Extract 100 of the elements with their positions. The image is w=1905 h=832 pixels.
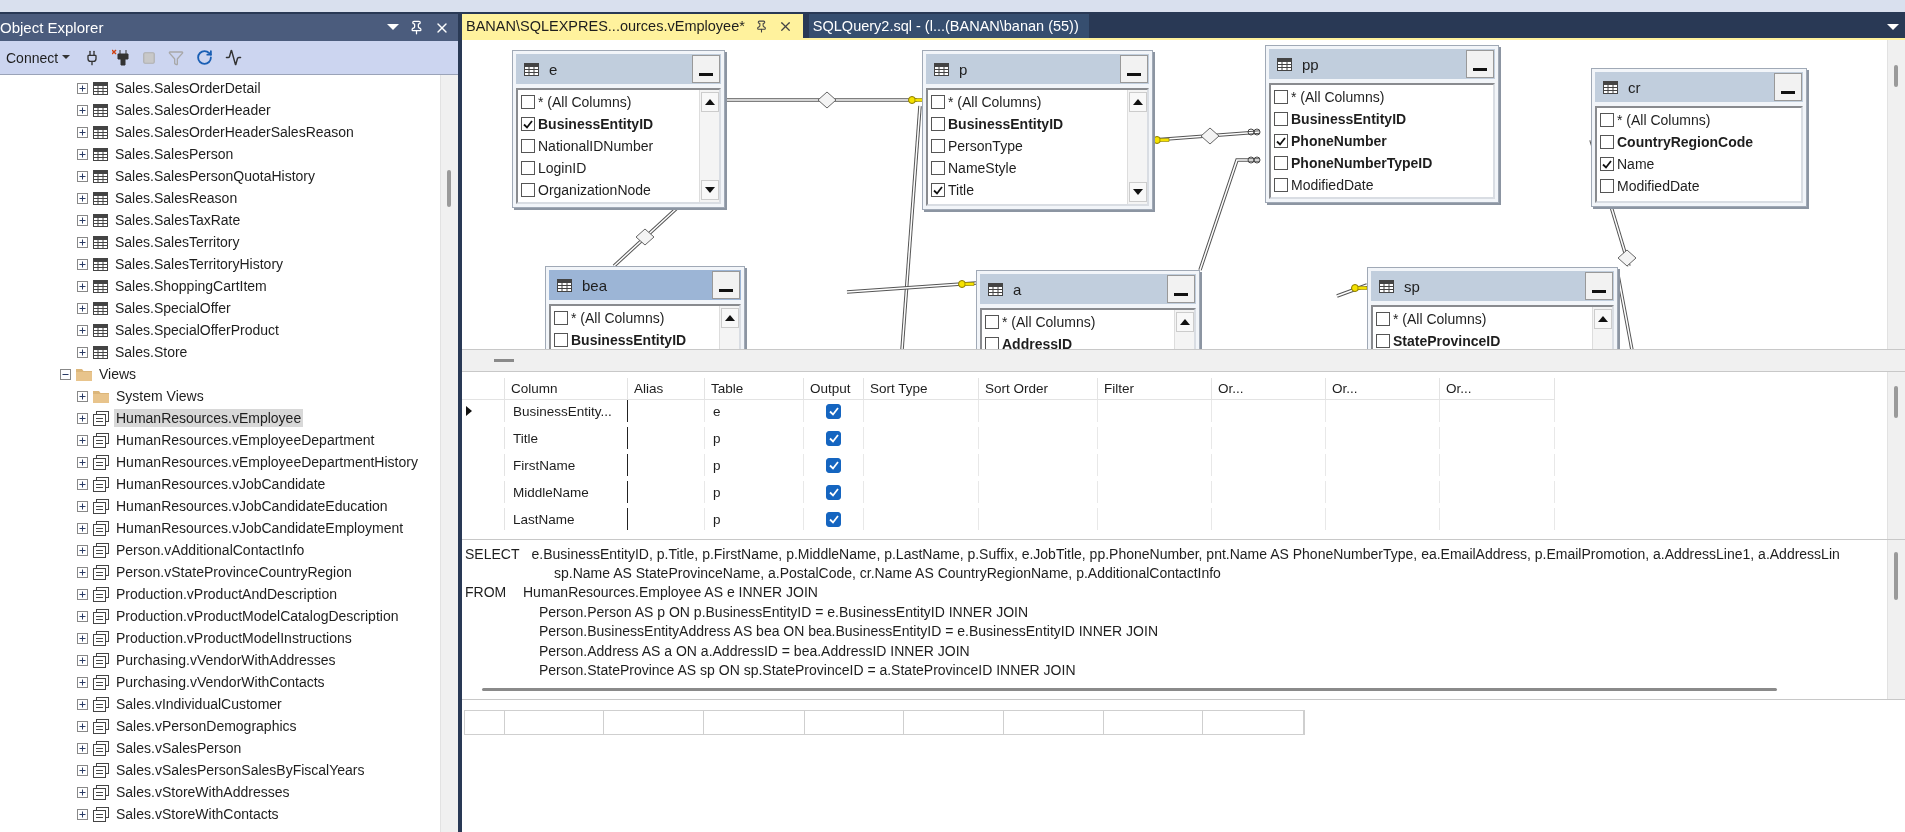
tree-item[interactable]: Sales.SalesTerritoryHistory [113,255,286,273]
table-title-bar[interactable]: bea [549,270,741,300]
dropdown-icon[interactable] [387,24,399,31]
expand-icon[interactable] [77,654,88,666]
scrollbar[interactable] [1887,540,1905,699]
expand-icon[interactable] [77,214,88,226]
minimize-button[interactable] [1167,275,1195,303]
output-checkbox[interactable] [826,430,841,446]
table-cell[interactable]: FirstName [505,454,628,476]
checkbox[interactable] [931,117,945,131]
checkbox[interactable] [1600,157,1614,171]
expand-icon[interactable] [77,412,88,424]
dropdown-icon[interactable] [1887,24,1899,31]
table-card[interactable]: pp * (All Columns) BusinessEntityID PhoneNumber PhoneNumberTypeID ModifiedDate [1265,45,1499,203]
checkbox[interactable] [931,183,945,197]
tree-item[interactable]: System Views [114,387,206,405]
relationship-line[interactable] [900,105,922,349]
expand-icon[interactable] [77,544,88,556]
expand-icon[interactable] [77,676,88,688]
relationship-line[interactable] [724,91,925,109]
expand-icon[interactable] [77,632,88,644]
checkbox[interactable] [1600,135,1614,149]
tree-item[interactable]: Purchasing.vVendorWithContacts [114,673,327,691]
table-title-bar[interactable]: e [516,54,721,84]
tree-item[interactable]: Sales.vPersonDemographics [114,717,299,735]
scrollbar[interactable] [440,75,458,832]
checkbox[interactable] [521,95,535,109]
collapse-icon[interactable] [60,368,71,380]
expand-icon[interactable] [77,478,88,490]
checkbox[interactable] [985,315,999,329]
column-header[interactable]: Output [804,378,864,400]
checkbox[interactable] [1274,178,1288,192]
checkbox[interactable] [1376,334,1390,348]
expand-icon[interactable] [77,610,88,622]
tree-item[interactable]: Person.vStateProvinceCountryRegion [114,563,354,581]
table-card[interactable]: a * (All Columns) AddressID [976,270,1200,349]
relationship-line[interactable] [1152,127,1261,145]
checkbox[interactable] [985,337,999,349]
tree-item[interactable]: Sales.SpecialOfferProduct [113,321,281,339]
checkbox[interactable] [521,161,535,175]
expand-icon[interactable] [77,786,88,798]
checkbox[interactable] [1274,134,1288,148]
minimize-button[interactable] [1466,50,1494,78]
arrow-up-icon[interactable] [724,315,735,321]
editor-tab[interactable]: BANAN\SQLEXPRES...ources.vEmployee* [462,14,803,38]
column-header[interactable]: Sort Order [979,378,1098,400]
expand-icon[interactable] [77,236,88,248]
output-checkbox[interactable] [826,511,841,527]
expand-icon[interactable] [77,302,88,314]
checkbox[interactable] [931,95,945,109]
table-card[interactable]: cr * (All Columns) CountryRegionCode Name ModifiedDate [1591,68,1807,207]
table-cell[interactable]: p [705,454,804,476]
column-header[interactable]: Or... [1440,378,1555,400]
scrollbar[interactable] [699,90,719,202]
table-card[interactable]: p * (All Columns) BusinessEntityID PersonType NameStyle Title [922,50,1153,210]
table-cell[interactable]: e [705,400,804,422]
pin-icon[interactable] [754,19,768,33]
expand-icon[interactable] [77,126,88,138]
checkbox[interactable] [521,117,535,131]
checkbox[interactable] [1376,312,1390,326]
minimize-button[interactable] [1774,73,1802,101]
expand-icon[interactable] [77,280,88,292]
checkbox[interactable] [554,311,568,325]
expand-icon[interactable] [77,82,88,94]
expand-icon[interactable] [77,522,88,534]
minimize-button[interactable] [1585,272,1613,300]
checkbox[interactable] [554,333,568,347]
checkbox[interactable] [1600,179,1614,193]
scrollbar[interactable] [1127,90,1147,204]
table-cell[interactable]: LastName [505,508,628,530]
expand-icon[interactable] [77,588,88,600]
splitter-grip[interactable] [494,359,514,362]
table-title-bar[interactable]: pp [1269,49,1495,79]
column-header[interactable]: Column [505,378,628,400]
expand-icon[interactable] [77,720,88,732]
table-cell[interactable]: p [705,481,804,503]
tree-item[interactable]: Sales.SalesPersonQuotaHistory [113,167,317,185]
table-cell[interactable]: p [705,427,804,449]
tree-item[interactable]: Sales.vSalesPersonSalesByFiscalYears [114,761,367,779]
pin-icon[interactable] [409,20,424,35]
checkbox[interactable] [1274,156,1288,170]
table-cell[interactable]: p [705,508,804,530]
expand-icon[interactable] [77,170,88,182]
output-checkbox[interactable] [826,403,841,419]
column-header[interactable]: Or... [1326,378,1440,400]
minimize-button[interactable] [1120,55,1148,83]
tree-item[interactable]: Sales.SalesTerritory [113,233,242,251]
relationship-line[interactable] [1198,156,1261,271]
table-card[interactable]: bea * (All Columns) BusinessEntityID [545,266,745,349]
horizontal-scrollbar[interactable] [482,688,1777,691]
expand-icon[interactable] [77,456,88,468]
editor-tab[interactable]: SQLQuery2.sql - (l...(BANAN\banan (55)) [808,14,1089,38]
table-cell[interactable]: MiddleName [505,481,628,503]
expand-icon[interactable] [77,566,88,578]
arrow-up-icon[interactable] [1597,316,1608,322]
expand-icon[interactable] [77,346,88,358]
arrow-down-icon[interactable] [1132,189,1143,195]
column-header[interactable]: Or... [1212,378,1326,400]
column-header[interactable]: Sort Type [864,378,979,400]
expand-icon[interactable] [77,808,88,820]
